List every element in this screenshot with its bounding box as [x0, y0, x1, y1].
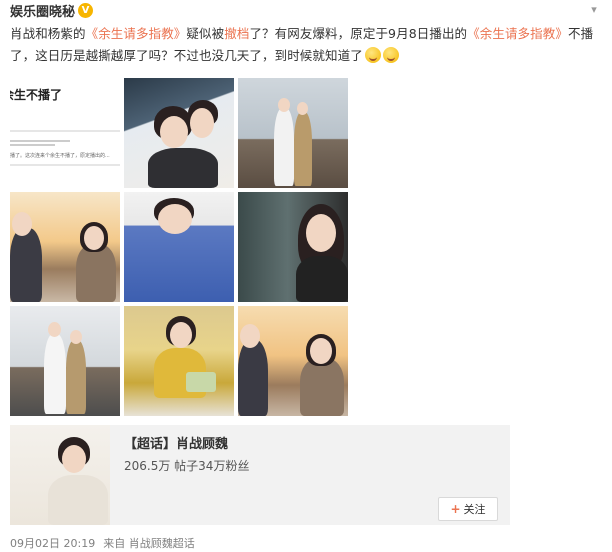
image-thumbnail-7[interactable] [10, 306, 120, 416]
supertopic-stats: 206.5万 帖子34万粉丝 [124, 459, 250, 473]
author-name[interactable]: 娱乐圈晓秘 [10, 1, 75, 20]
post-text-segment: 疑似被 [186, 26, 225, 41]
smile-emoji [382, 47, 399, 63]
highlight-link[interactable]: 撤档 [224, 26, 249, 41]
supertopic-card[interactable]: 【超话】肖战顾魏 206.5万 帖子34万粉丝 + 关注 [10, 425, 510, 525]
face-shape [70, 330, 82, 344]
face-shape [12, 212, 32, 236]
face-shape [84, 226, 104, 250]
image-thumbnail-9[interactable] [238, 306, 348, 416]
follow-label: 关注 [463, 503, 486, 516]
post-header: 娱乐圈晓秘 V [10, 1, 94, 20]
thumbnail-caption: 余生不播了 [10, 88, 63, 102]
post-timestamp[interactable]: 09月02日 20:19 [10, 535, 95, 551]
follow-button[interactable]: + 关注 [438, 497, 498, 521]
divider [10, 140, 70, 142]
smile-emoji [364, 47, 381, 63]
figure-shape [66, 340, 86, 414]
thumbnail-snippet: 播了。这次连来个余生不播了，原定播出的... [10, 153, 110, 159]
face-shape [62, 445, 86, 473]
image-thumbnail-5[interactable] [124, 192, 234, 302]
face-shape [278, 98, 290, 112]
divider [10, 144, 55, 146]
verified-badge-icon: V [78, 2, 94, 18]
face-shape [48, 322, 61, 337]
face-shape [170, 322, 192, 348]
chevron-down-icon[interactable]: ▾ [588, 4, 600, 16]
figure-shape [300, 358, 344, 416]
face-shape [158, 204, 192, 234]
figure-shape [296, 256, 348, 302]
gift-box-shape [186, 372, 216, 392]
face-shape [310, 338, 332, 364]
face-shape [306, 214, 336, 252]
figure-shape [148, 148, 218, 188]
image-thumbnail-4[interactable] [10, 192, 120, 302]
supertopic-thumbnail [10, 425, 110, 525]
image-thumbnail-1[interactable]: 余生不播了 播了。这次连来个余生不播了，原定播出的... [10, 78, 120, 188]
post-text-segment: 肖战和杨紫的 [10, 26, 86, 41]
post-text-segment: 了？有网友爆料，原定于9月8日播出的 [249, 26, 468, 41]
post-text: 肖战和杨紫的《余生请多指教》疑似被撤档了？有网友爆料，原定于9月8日播出的《余生… [10, 23, 600, 67]
divider [10, 130, 120, 132]
face-shape [297, 102, 308, 115]
supertopic-title[interactable]: 【超话】肖战顾魏 [124, 433, 228, 452]
figure-shape [48, 475, 108, 525]
face-shape [240, 324, 260, 348]
image-thumbnail-3[interactable] [238, 78, 348, 188]
highlight-link[interactable]: 《余生请多指教》 [86, 26, 187, 41]
image-thumbnail-6[interactable] [238, 192, 348, 302]
plus-icon: + [450, 502, 461, 516]
post-source[interactable]: 来自 肖战顾魏超话 [103, 535, 195, 551]
highlight-link[interactable]: 《余生请多指教》 [467, 26, 568, 41]
figure-shape [10, 228, 42, 302]
face-shape [190, 108, 214, 138]
figure-shape [274, 108, 294, 186]
figure-shape [44, 334, 66, 414]
divider [10, 164, 120, 166]
post-footer: 09月02日 20:19 来自 肖战顾魏超话 [10, 535, 195, 551]
face-shape [160, 116, 188, 148]
image-thumbnail-2[interactable] [124, 78, 234, 188]
figure-shape [294, 112, 312, 186]
figure-shape [76, 244, 116, 302]
image-thumbnail-8[interactable] [124, 306, 234, 416]
figure-shape [238, 340, 268, 416]
